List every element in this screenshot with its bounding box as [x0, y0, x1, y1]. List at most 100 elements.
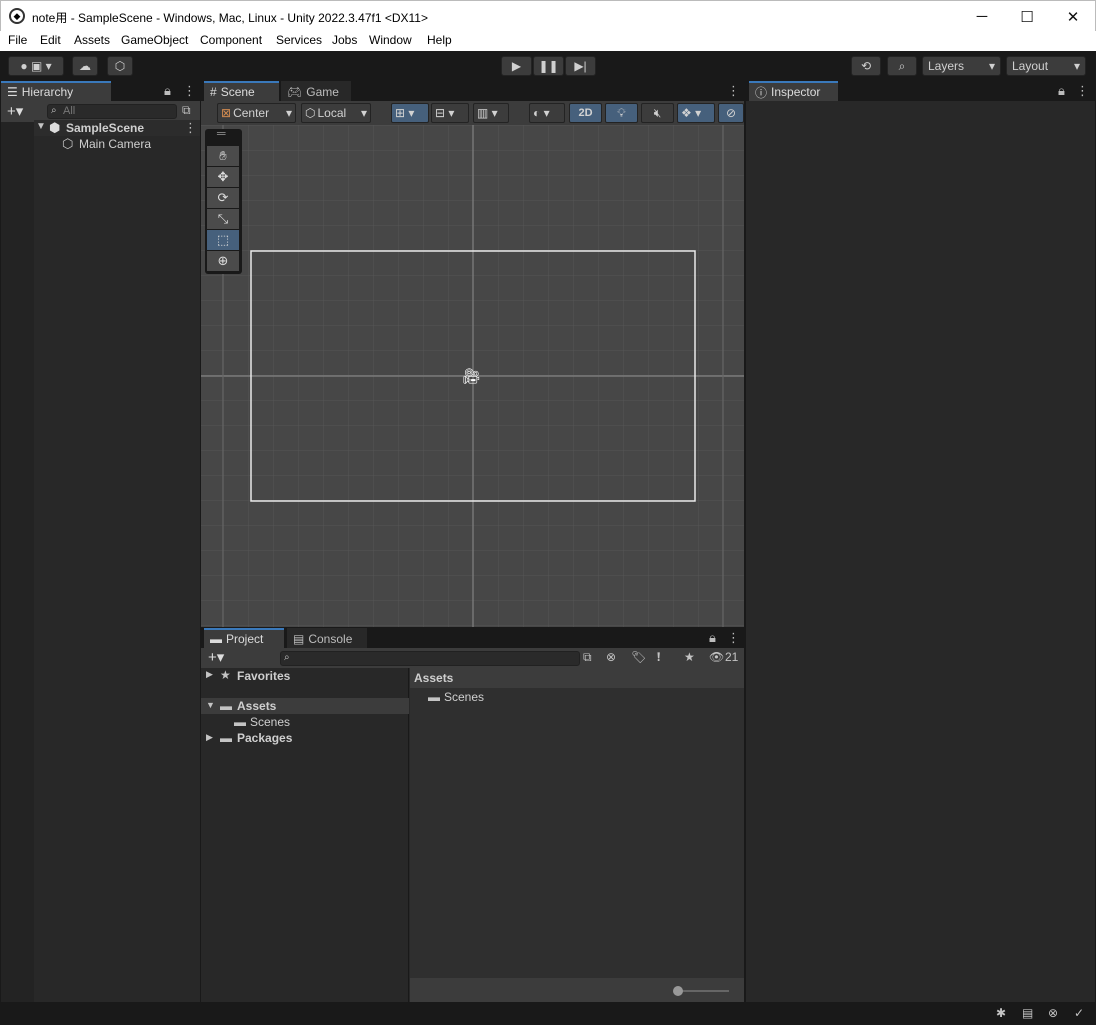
lock-icon[interactable]: 🔒︎ — [164, 84, 171, 97]
menu-services[interactable]: Services — [276, 33, 322, 47]
more-options-icon[interactable]: ⋮ — [183, 84, 196, 97]
scene-options-icon[interactable]: ⋮ — [184, 121, 197, 134]
effects-icon: ❖ ▾ — [681, 106, 702, 120]
mode-2d-toggle[interactable]: 2D — [569, 103, 602, 123]
menu-file[interactable]: File — [8, 33, 27, 47]
hidden-packages-icon[interactable]: 👁︎ — [709, 650, 724, 664]
search-icon: ⌕ — [898, 58, 906, 73]
menu-component[interactable]: Component — [200, 33, 262, 47]
list-item[interactable]: ▬ Scenes — [410, 688, 744, 706]
search-by-type-icon[interactable]: ⧉ — [182, 103, 191, 118]
effects-dropdown[interactable]: ❖ ▾ — [677, 103, 715, 123]
rotate-tool-button[interactable]: ⟳ — [207, 188, 239, 208]
more-options-icon[interactable]: ⋮ — [727, 631, 740, 644]
auto-generate-lighting-icon[interactable]: ⊗ — [1048, 1006, 1058, 1020]
label-tag-icon[interactable]: 🏷︎ — [631, 650, 646, 664]
pivot-dropdown[interactable]: ⊠ Center ▾ — [217, 103, 296, 123]
gameobject-cube-icon: ⬡ — [62, 136, 74, 151]
search-button[interactable]: ⌕ — [887, 56, 917, 76]
tab-console[interactable]: ▤ Console — [287, 628, 367, 648]
increment-snap-dropdown[interactable]: ▥ ▾ — [473, 103, 509, 123]
pause-button[interactable]: ❚❚ — [533, 56, 564, 76]
drag-handle-icon[interactable]: ═ — [217, 126, 226, 140]
menu-gameobject[interactable]: GameObject — [121, 33, 188, 47]
account-button[interactable]: ● ▣ ▾ — [8, 56, 64, 76]
tab-hierarchy[interactable]: ☰ Hierarchy — [1, 81, 111, 101]
close-button[interactable]: ✕ — [1050, 1, 1096, 32]
cloud-button[interactable]: ☁ — [72, 56, 98, 76]
debug-icon[interactable]: ✱ — [996, 1006, 1006, 1020]
space-dropdown[interactable]: ⬡ Local ▾ — [301, 103, 371, 123]
tab-game[interactable]: 🎮︎ Game — [281, 81, 351, 101]
scenes-label: Scenes — [250, 715, 291, 729]
search-by-type-icon[interactable]: ⧉ — [583, 650, 592, 665]
menu-jobs[interactable]: Jobs — [332, 33, 357, 47]
more-options-icon[interactable]: ⋮ — [727, 84, 740, 97]
lock-icon[interactable]: 🔒︎ — [709, 631, 716, 644]
menu-edit[interactable]: Edit — [40, 33, 61, 47]
progress-check-icon[interactable]: ✓ — [1074, 1006, 1084, 1020]
step-button[interactable]: ▶| — [565, 56, 596, 76]
scale-icon: ⤡ — [217, 211, 229, 226]
transform-tool-button[interactable]: ⊕ — [207, 251, 239, 271]
menu-help[interactable]: Help — [427, 33, 452, 47]
menu-window[interactable]: Window — [369, 33, 412, 47]
packages-label: Packages — [237, 731, 293, 745]
tab-project[interactable]: ▬ Project — [204, 628, 284, 648]
lighting-toggle[interactable]: 💡︎ — [605, 103, 638, 123]
tree-item-favorites[interactable]: ▶ ★ Favorites — [201, 668, 409, 684]
unity-logo-icon: ◆ — [9, 8, 25, 24]
rect-tool-button[interactable]: ⬚ — [207, 230, 239, 250]
minimize-button[interactable]: ─ — [959, 1, 1005, 32]
camera-gizmo-icon[interactable]: 🎥︎ — [462, 367, 481, 385]
tab-scene[interactable]: # Scene — [204, 81, 279, 101]
scene-viewport[interactable]: 🎥︎ ═ — [201, 125, 744, 627]
zoom-slider-thumb[interactable] — [673, 986, 683, 996]
filter-by-type-icon[interactable]: ⊗ — [606, 650, 616, 664]
tree-item-assets[interactable]: ▼ ▬ Assets — [201, 698, 409, 714]
star-icon[interactable]: ★ — [684, 650, 695, 664]
audio-toggle[interactable]: 🔇︎ — [641, 103, 674, 123]
hand-tool-button[interactable]: ✋︎ — [207, 146, 239, 166]
expand-arrow-icon[interactable]: ▶ — [206, 732, 213, 743]
move-icon: ✥ — [217, 169, 229, 184]
expand-arrow-icon[interactable]: ▶ — [206, 669, 213, 680]
play-button[interactable]: ▶ — [501, 56, 532, 76]
add-button[interactable]: +▾ — [7, 102, 23, 120]
layout-dropdown[interactable]: Layout ▾ — [1006, 56, 1086, 76]
search-input[interactable]: ⌕ All — [47, 104, 177, 119]
project-search-input[interactable]: ⌕ — [280, 651, 580, 666]
folder-icon: ▬ — [210, 632, 222, 646]
tab-project-label: Project — [226, 632, 264, 646]
project-footer — [410, 978, 744, 1002]
maximize-button[interactable]: ☐ — [1004, 1, 1050, 32]
lock-icon[interactable]: 🔒︎ — [1058, 84, 1065, 97]
list-item[interactable]: ⬡ Main Camera — [34, 136, 200, 152]
project-content: ▬ Scenes — [410, 688, 744, 978]
undo-history-button[interactable]: ⟲ — [851, 56, 881, 76]
expand-arrow-icon[interactable]: ▼ — [36, 121, 46, 132]
visibility-toggle[interactable]: ⊘ — [718, 103, 744, 123]
tree-item-scenes[interactable]: ▬ Scenes — [201, 714, 409, 730]
cache-server-icon[interactable]: ▤ — [1022, 1006, 1033, 1020]
inspector-tabbar: ⓘ Inspector 🔒︎ ⋮ — [746, 81, 1095, 101]
tab-inspector[interactable]: ⓘ Inspector — [749, 81, 838, 101]
scene-name: SampleScene — [66, 121, 145, 135]
expand-arrow-icon[interactable]: ▼ — [206, 700, 215, 710]
add-button[interactable]: +▾ — [208, 648, 224, 666]
chevron-down-icon: ▾ — [360, 106, 367, 120]
more-options-icon[interactable]: ⋮ — [1076, 84, 1089, 97]
scale-tool-button[interactable]: ⤡ — [207, 209, 239, 229]
tree-item-packages[interactable]: ▶ ▬ Packages — [201, 730, 409, 746]
layers-dropdown[interactable]: Layers ▾ — [922, 56, 1001, 76]
snap-toggle[interactable]: ⊟ ▾ — [431, 103, 469, 123]
services-button[interactable]: ⬡ — [107, 56, 133, 76]
breadcrumb-assets[interactable]: Assets — [414, 671, 453, 685]
grid-toggle[interactable]: ⊞ ▾ — [391, 103, 429, 123]
warning-icon[interactable]: ❗︎ — [657, 650, 660, 665]
menu-assets[interactable]: Assets — [74, 33, 110, 47]
pivot-icon: ⊠ — [221, 106, 232, 120]
draw-mode-dropdown[interactable]: ◐ ▾ — [529, 103, 565, 123]
move-tool-button[interactable]: ✥ — [207, 167, 239, 187]
scene-row[interactable]: ▼ ⬢ SampleScene ⋮ — [34, 120, 200, 136]
